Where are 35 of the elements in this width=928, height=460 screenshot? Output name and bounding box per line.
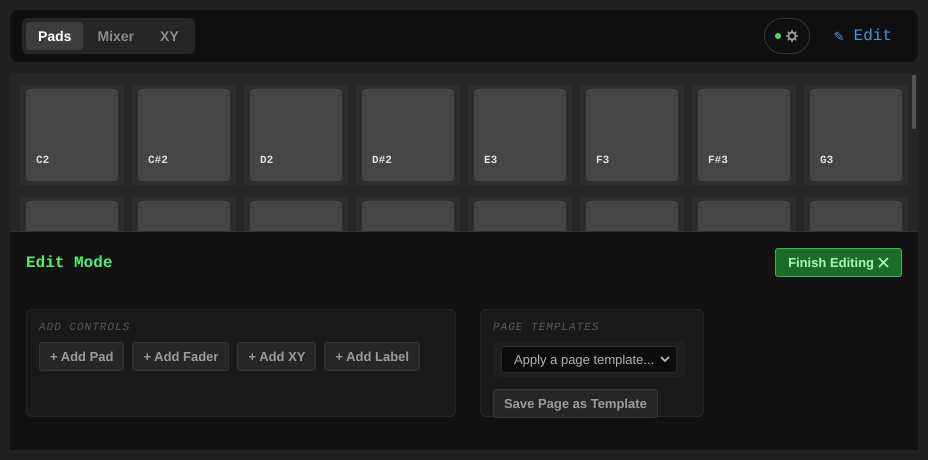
pad[interactable]: F3: [586, 89, 678, 181]
pad-label: E3: [484, 155, 498, 167]
pad[interactable]: E3: [474, 89, 566, 181]
status-settings-button[interactable]: [764, 18, 810, 54]
pad-label: D2: [260, 155, 274, 167]
pad[interactable]: F#3: [698, 89, 790, 181]
pad[interactable]: C#2: [138, 89, 230, 181]
edit-button[interactable]: ✎ Edit: [820, 20, 906, 52]
pad-label: F3: [596, 155, 610, 167]
tab[interactable]: XY: [148, 22, 191, 50]
scrollbar[interactable]: [912, 75, 916, 129]
close-icon: [878, 257, 889, 268]
pad[interactable]: C2: [26, 89, 118, 181]
pad[interactable]: D2: [250, 89, 342, 181]
template-select[interactable]: Apply a page template...: [501, 346, 678, 373]
panel-title: Edit Mode: [26, 254, 112, 272]
save-template-button[interactable]: Save Page as Template: [493, 389, 658, 418]
chevron-icon: [660, 356, 670, 363]
pad-label: C#2: [148, 155, 168, 167]
add-control-button[interactable]: + Add Fader: [132, 342, 230, 371]
pad[interactable]: G3: [810, 89, 902, 181]
pad-label: F#3: [708, 155, 728, 167]
pad[interactable]: D#2: [362, 89, 454, 181]
settings-icon: [786, 30, 798, 42]
tab[interactable]: Pads: [26, 22, 84, 50]
add-control-button[interactable]: + Add Pad: [39, 342, 124, 371]
pad-label: D#2: [372, 155, 392, 167]
pad-label: C2: [36, 155, 50, 167]
finish-editing-button[interactable]: Finish Editing: [775, 248, 902, 277]
add-control-button[interactable]: + Add XY: [237, 342, 316, 371]
card-title: ADD CONTROLS: [39, 322, 132, 334]
tab[interactable]: Mixer: [85, 22, 146, 50]
card-title: PAGE TEMPLATES: [493, 322, 600, 334]
add-control-button[interactable]: + Add Label: [324, 342, 420, 371]
pad-label: G3: [820, 155, 834, 167]
